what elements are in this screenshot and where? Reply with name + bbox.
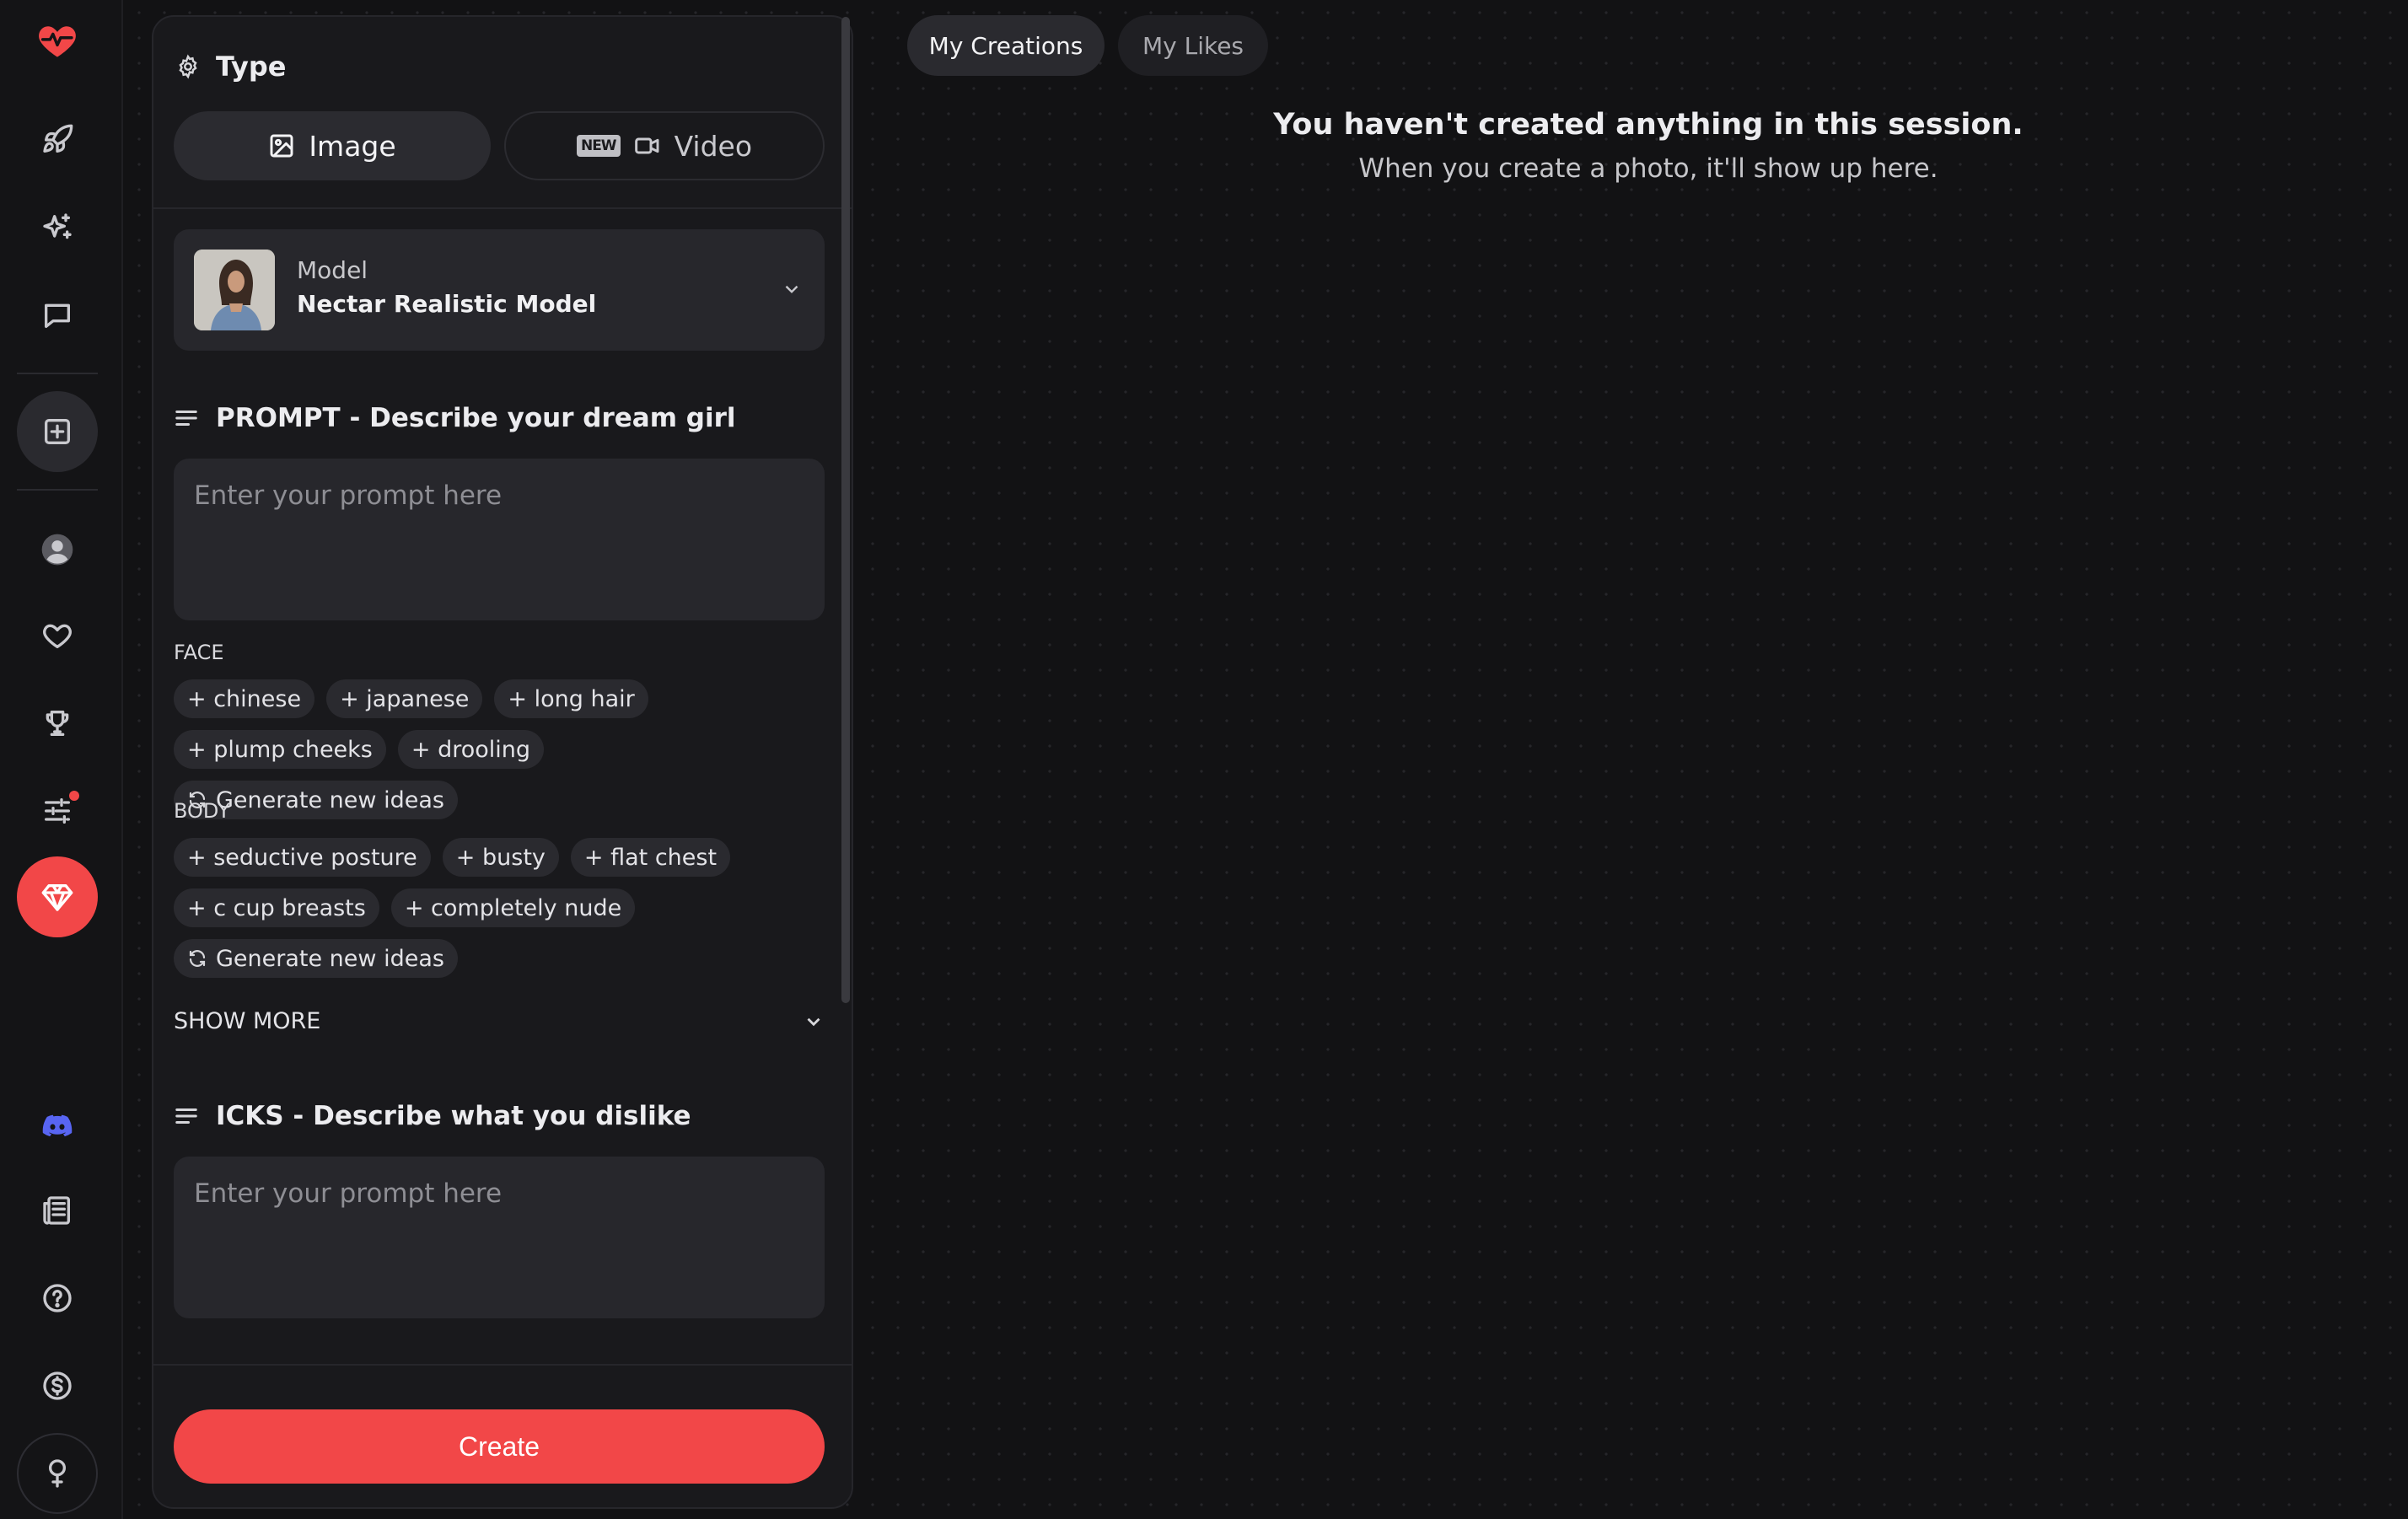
chevron-down-icon [807,1017,820,1026]
rail-divider [17,489,98,491]
face-chip[interactable]: + japanese [326,679,483,718]
show-more-label: SHOW MORE [174,1008,321,1034]
prompt-title: PROMPT - Describe your dream girl [216,403,736,433]
model-thumbnail [194,250,275,330]
tab-image[interactable]: Image [174,111,491,180]
face-chips: + chinese + japanese + long hair + plump… [174,679,831,819]
news-icon[interactable] [17,1170,98,1251]
rail-divider [17,373,98,374]
text-lines-icon [175,411,197,426]
lightbulb-icon[interactable] [17,1433,98,1514]
prompt-input[interactable] [174,459,825,620]
heart-icon[interactable] [17,595,98,676]
face-chip[interactable]: + plump cheeks [174,730,386,769]
tab-video-label: Video [674,129,753,163]
icks-title: ICKS - Describe what you dislike [216,1101,691,1131]
section-divider [153,207,852,209]
body-generate-button[interactable]: Generate new ideas [174,939,458,978]
type-label: Type [216,51,287,83]
tab-image-label: Image [309,129,396,163]
sparkles-icon[interactable] [17,187,98,268]
profile-icon[interactable] [17,509,98,590]
gear-icon [179,54,197,79]
dollar-icon[interactable] [17,1345,98,1426]
face-label: FACE [174,641,224,664]
logo-heart-icon[interactable] [17,0,98,81]
text-lines-icon [175,1108,197,1124]
chat-icon[interactable] [17,275,98,356]
face-chip[interactable]: + drooling [397,730,545,769]
body-label: BODY [174,799,230,823]
tab-video[interactable]: NEW Video [504,111,825,180]
panel-scrollbar[interactable] [841,17,850,1003]
icks-input[interactable] [174,1157,825,1318]
generate-label: Generate new ideas [216,945,444,972]
prompt-header: PROMPT - Describe your dream girl [174,403,736,433]
generate-label: Generate new ideas [216,786,444,813]
create-plus-icon[interactable] [17,391,98,472]
video-icon [634,137,659,154]
sliders-icon[interactable] [17,770,98,851]
premium-gem-icon[interactable] [17,856,98,937]
section-divider [153,1364,852,1366]
new-badge: NEW [576,135,621,157]
discord-icon[interactable] [17,1086,98,1167]
empty-state-subtitle: When you create a photo, it'll show up h… [1358,153,1938,184]
body-chip[interactable]: + c cup breasts [174,888,379,927]
tab-my-likes[interactable]: My Likes [1118,15,1268,76]
model-select[interactable]: Model Nectar Realistic Model [174,229,825,351]
create-panel: Type Image NEW Video Model Nectar Realis… [152,15,853,1509]
help-icon[interactable] [17,1258,98,1339]
create-button[interactable]: Create [174,1409,825,1484]
model-label: Model [297,256,368,284]
trophy-icon[interactable] [17,683,98,764]
face-chip[interactable]: + chinese [174,679,315,718]
refresh-icon [189,950,206,967]
icon-rail [0,0,123,1519]
rocket-icon[interactable] [17,99,98,180]
tab-my-creations[interactable]: My Creations [907,15,1105,76]
body-chips: + seductive posture + busty + flat chest… [174,838,831,978]
empty-state-title: You haven't created anything in this ses… [1273,108,2024,142]
face-chip[interactable]: + long hair [494,679,648,718]
body-chip[interactable]: + seductive posture [174,838,431,877]
type-header: Type [175,51,287,83]
body-chip[interactable]: + busty [442,838,559,877]
body-chip[interactable]: + flat chest [570,838,731,877]
icks-header: ICKS - Describe what you dislike [174,1101,691,1131]
image-icon [270,134,293,158]
model-value: Nectar Realistic Model [297,290,597,318]
show-more-toggle[interactable]: SHOW MORE [174,1008,825,1034]
body-chip[interactable]: + completely nude [390,888,636,927]
notification-dot [69,791,79,801]
chevron-down-icon [785,285,798,293]
